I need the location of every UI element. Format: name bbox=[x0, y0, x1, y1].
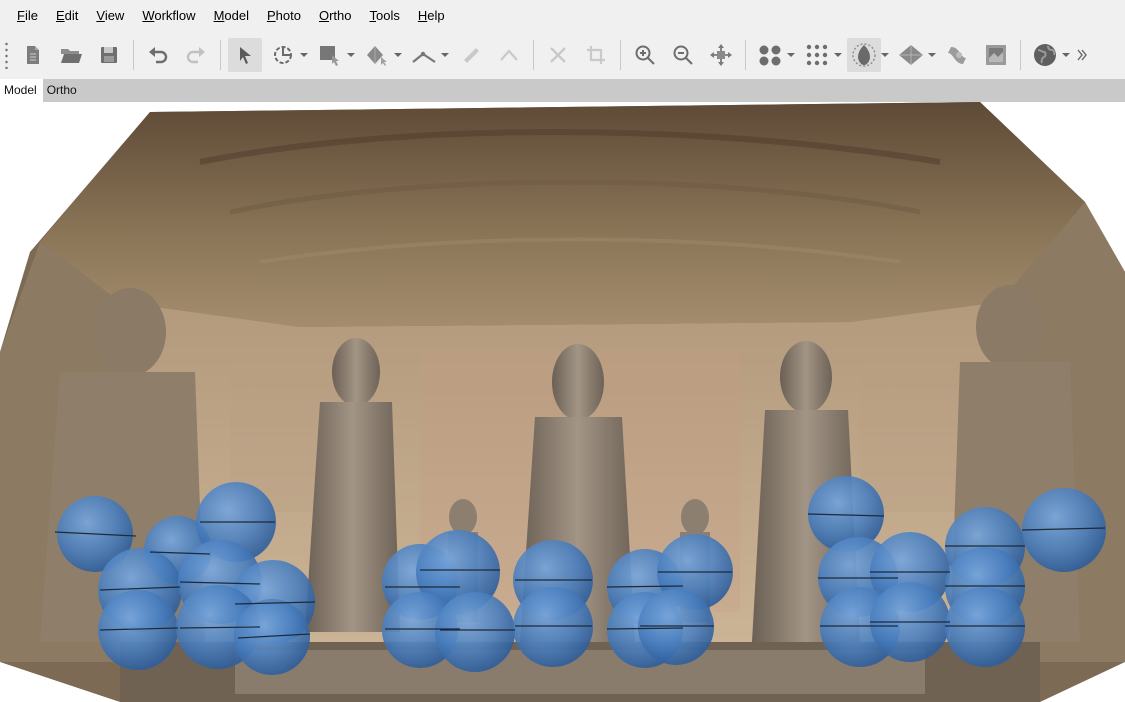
camera-spheres-center bbox=[382, 530, 733, 672]
selection-dropdown-icon[interactable] bbox=[347, 38, 355, 72]
menu-ortho[interactable]: Ortho bbox=[311, 5, 360, 27]
dem-icon[interactable] bbox=[941, 38, 975, 72]
toolbar-grip-icon[interactable] bbox=[5, 41, 8, 69]
shape-dropdown-icon[interactable] bbox=[441, 38, 449, 72]
delete-icon[interactable] bbox=[541, 38, 575, 72]
rotate-icon[interactable] bbox=[266, 38, 300, 72]
menu-bar: File Edit View Workflow Model Photo Orth… bbox=[0, 0, 1125, 32]
ruler-dropdown-icon[interactable] bbox=[394, 38, 402, 72]
point-cloud-dropdown-icon[interactable] bbox=[787, 38, 795, 72]
toolbar-separator bbox=[745, 40, 746, 70]
orthomosaic-icon[interactable] bbox=[979, 38, 1013, 72]
new-icon[interactable] bbox=[16, 38, 50, 72]
mesh-dropdown-icon[interactable] bbox=[881, 38, 889, 72]
toolbar-separator bbox=[533, 40, 534, 70]
navigation-icon[interactable] bbox=[228, 38, 262, 72]
rectangle-selection-icon[interactable] bbox=[313, 38, 347, 72]
polyline-icon[interactable] bbox=[492, 38, 526, 72]
measure-icon[interactable] bbox=[454, 38, 488, 72]
menu-photo[interactable]: Photo bbox=[259, 5, 309, 27]
reset-view-icon[interactable] bbox=[704, 38, 738, 72]
zoom-out-icon[interactable] bbox=[666, 38, 700, 72]
menu-edit[interactable]: Edit bbox=[48, 5, 86, 27]
zoom-in-icon[interactable] bbox=[628, 38, 662, 72]
menu-help[interactable]: Help bbox=[410, 5, 453, 27]
toolbar bbox=[0, 34, 1125, 76]
globe-icon[interactable] bbox=[1028, 38, 1062, 72]
tab-model[interactable]: Model bbox=[0, 79, 43, 102]
toolbar-separator bbox=[1020, 40, 1021, 70]
dense-cloud-dropdown-icon[interactable] bbox=[834, 38, 842, 72]
save-icon[interactable] bbox=[92, 38, 126, 72]
menu-model[interactable]: Model bbox=[206, 5, 257, 27]
tiled-model-dropdown-icon[interactable] bbox=[928, 38, 936, 72]
model-render bbox=[0, 102, 1125, 702]
mesh-icon[interactable] bbox=[847, 38, 881, 72]
menu-workflow[interactable]: Workflow bbox=[134, 5, 203, 27]
dense-cloud-icon[interactable] bbox=[800, 38, 834, 72]
redo-icon[interactable] bbox=[179, 38, 213, 72]
tiled-model-icon[interactable] bbox=[894, 38, 928, 72]
crop-icon[interactable] bbox=[579, 38, 613, 72]
tab-bar: Model Ortho bbox=[0, 79, 1125, 102]
cave-ceiling bbox=[40, 102, 1085, 327]
toolbar-separator bbox=[133, 40, 134, 70]
menu-file[interactable]: File bbox=[9, 5, 46, 27]
rotate-dropdown-icon[interactable] bbox=[300, 38, 308, 72]
open-icon[interactable] bbox=[54, 38, 88, 72]
ruler-icon[interactable] bbox=[360, 38, 394, 72]
toolbar-separator bbox=[220, 40, 221, 70]
menu-tools[interactable]: Tools bbox=[362, 5, 408, 27]
undo-icon[interactable] bbox=[141, 38, 175, 72]
tab-ortho[interactable]: Ortho bbox=[43, 79, 83, 102]
shape-icon[interactable] bbox=[407, 38, 441, 72]
model-viewport[interactable] bbox=[0, 102, 1125, 702]
toolbar-separator bbox=[620, 40, 621, 70]
toolbar-overflow-icon[interactable] bbox=[1075, 38, 1089, 72]
point-cloud-icon[interactable] bbox=[753, 38, 787, 72]
menu-view[interactable]: View bbox=[88, 5, 132, 27]
globe-dropdown-icon[interactable] bbox=[1062, 38, 1070, 72]
